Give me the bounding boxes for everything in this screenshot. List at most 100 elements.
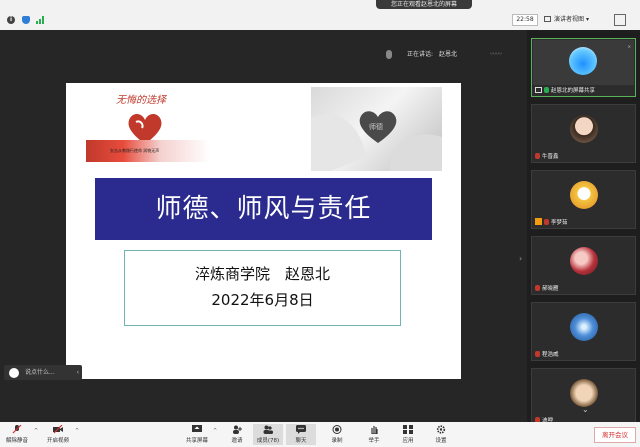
muted-microphone-icon: [535, 351, 540, 357]
apps-icon: [403, 425, 413, 434]
meeting-timer: 22:58: [512, 14, 538, 26]
video-off-icon: [53, 425, 63, 434]
share-screen-button[interactable]: 共享屏幕: [182, 424, 212, 445]
info-icon[interactable]: i: [7, 16, 15, 24]
collapse-panel-arrow[interactable]: ›: [519, 254, 522, 263]
viewing-banner: 您正在观看赵恩北的屏幕: [376, 0, 472, 9]
participant-panel: ✕ 赵恩北的屏幕共享 牛晋鑫 李梦茹 郝晓雁 程浩威 迪呷 ⌄: [527, 30, 640, 427]
slide-heart-graphic: 无悔的选择 矢志从教践行使命 润物无声: [84, 88, 212, 170]
add-user-icon: [233, 425, 242, 434]
chat-input-bubble[interactable]: 说点什么... ‹: [4, 365, 82, 380]
participant-name: 程浩威: [542, 352, 559, 358]
slide-date-line: 2022年6月8日: [211, 291, 314, 309]
emoji-icon[interactable]: [9, 367, 19, 378]
raise-hand-button[interactable]: 举手: [359, 424, 389, 445]
avatar: [570, 115, 598, 143]
chevron-down-icon: ▾: [585, 16, 589, 23]
start-video-label: 开启视频: [46, 438, 69, 444]
chat-button[interactable]: 聊天: [286, 424, 316, 445]
muted-microphone-icon: [544, 219, 549, 225]
participant-name: 郝晓雁: [542, 286, 559, 292]
record-label: 录制: [331, 438, 343, 444]
participant-name: 李梦茹: [551, 220, 568, 226]
screen-share-icon: [535, 87, 542, 93]
chevron-up-icon[interactable]: ^: [213, 428, 217, 434]
record-icon: [332, 425, 342, 434]
microphone-icon: [544, 87, 549, 93]
view-mode-label: 演讲者视图: [554, 16, 585, 23]
audio-wave-icon: 〰〰: [490, 51, 503, 58]
participant-label: 郝晓雁: [535, 284, 559, 292]
avatar: [570, 181, 598, 209]
screen-share-preview: ✕: [533, 40, 634, 85]
close-icon[interactable]: ✕: [628, 44, 631, 49]
participant-tile[interactable]: 李梦茹: [531, 170, 636, 229]
leave-meeting-button[interactable]: 离开会议: [594, 427, 636, 443]
slide-college-line: 淬炼商学院 赵恩北: [194, 265, 330, 283]
members-button[interactable]: 成员(78): [253, 424, 283, 445]
unmute-label: 解除静音: [5, 438, 28, 444]
members-icon: [263, 425, 273, 434]
gear-icon: [436, 425, 446, 434]
members-label: 成员(78): [256, 438, 280, 444]
avatar: [570, 379, 598, 407]
invite-button[interactable]: 邀请: [222, 424, 252, 445]
grid-view-icon: [544, 16, 551, 22]
participant-label: 赵恩北的屏幕共享: [535, 86, 595, 94]
heart-banner-text: 矢志从教践行使命 润物无声: [110, 148, 160, 153]
active-speaker-indicator: 正在讲话: 赵恩北: [386, 48, 457, 62]
speaking-name: 赵恩北: [439, 51, 458, 58]
top-bar: 您正在观看赵恩北的屏幕 i 22:58 演讲者视图 ▾: [0, 0, 640, 30]
hand-icon: [371, 426, 378, 434]
heart-banner: 矢志从教践行使命 润物无声: [86, 140, 210, 162]
muted-microphone-icon: [12, 425, 22, 434]
invite-label: 邀请: [231, 438, 243, 444]
signal-icon[interactable]: [36, 16, 44, 24]
main-stage: 正在讲话: 赵恩北 〰〰 无悔的选择 矢志从教践行使命 润物无声 师德 师德、师风…: [0, 30, 527, 422]
chat-placeholder: 说点什么...: [25, 369, 55, 376]
apps-button[interactable]: 应用: [393, 424, 423, 445]
shield-icon[interactable]: [22, 16, 30, 24]
hands-heart-photo: 师德: [311, 87, 442, 171]
host-icon: [535, 218, 542, 225]
muted-microphone-icon: [535, 153, 540, 159]
chevron-left-icon[interactable]: ‹: [77, 365, 79, 380]
muted-microphone-icon: [535, 285, 540, 291]
speaking-label: 正在讲话:: [407, 51, 434, 58]
participant-name: 赵恩北的屏幕共享: [551, 88, 596, 94]
chat-label: 聊天: [295, 438, 307, 444]
stone-heart-label: 师德: [369, 123, 383, 131]
avatar: [569, 47, 597, 75]
settings-label: 设置: [435, 438, 447, 444]
view-mode-button[interactable]: 演讲者视图 ▾: [544, 14, 606, 26]
unmute-button[interactable]: 解除静音: [2, 424, 32, 445]
share-screen-icon: [192, 425, 202, 432]
slide-info-box: 淬炼商学院 赵恩北 2022年6月8日: [124, 250, 401, 326]
settings-button[interactable]: 设置: [426, 424, 456, 445]
start-video-button[interactable]: 开启视频: [43, 424, 73, 445]
chevron-up-icon[interactable]: ^: [34, 428, 38, 434]
participant-name: 牛晋鑫: [542, 154, 559, 160]
slide-title: 师德、师风与责任: [95, 178, 432, 240]
record-button[interactable]: 录制: [322, 424, 352, 445]
participant-tile[interactable]: 迪呷: [531, 368, 636, 427]
participant-label: 程浩威: [535, 350, 559, 358]
microphone-icon: [386, 50, 392, 59]
participant-label: 牛晋鑫: [535, 152, 559, 160]
chevron-down-icon[interactable]: ⌄: [582, 405, 589, 414]
apps-label: 应用: [402, 438, 414, 444]
participant-tile[interactable]: 程浩威: [531, 302, 636, 361]
avatar: [570, 313, 598, 341]
participant-tile[interactable]: 郝晓雁: [531, 236, 636, 295]
avatar: [570, 247, 598, 275]
participant-label: 李梦茹: [535, 218, 568, 226]
chat-icon: [296, 425, 306, 434]
fullscreen-button[interactable]: [614, 14, 626, 26]
share-screen-label: 共享屏幕: [185, 438, 208, 444]
participant-tile[interactable]: ✕ 赵恩北的屏幕共享: [531, 38, 636, 97]
shared-slide: 无悔的选择 矢志从教践行使命 润物无声 师德 师德、师风与责任 淬炼商学院 赵恩…: [66, 83, 461, 379]
participant-tile[interactable]: 牛晋鑫: [531, 104, 636, 163]
chevron-up-icon[interactable]: ^: [75, 428, 79, 434]
meeting-toolbar: 解除静音 ^ 开启视频 ^ 共享屏幕 ^ 邀请 成员(78) 聊天 录制 举手 …: [0, 422, 640, 447]
raise-hand-label: 举手: [368, 438, 380, 444]
